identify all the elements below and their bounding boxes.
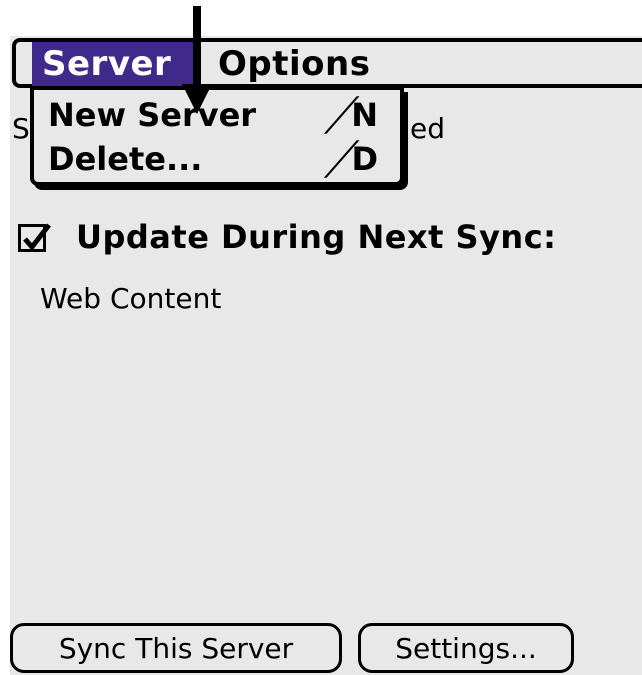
menu-item-new-server[interactable]: New Server ╱N [48,94,388,136]
shortcut-delete: ╱D [325,140,378,178]
menu-server[interactable]: Server [32,42,194,86]
arrow-down-icon [182,6,212,114]
partial-label-left: S [12,112,30,145]
sync-this-server-button[interactable]: Sync This Server [10,623,342,673]
menu-item-label: New Server [48,96,257,134]
checkmark-icon [23,223,51,251]
menu-item-delete[interactable]: Delete... ╱D [48,138,388,180]
menu-options[interactable]: Options [208,42,380,86]
update-checkbox[interactable] [18,223,51,252]
server-dropdown-menu: New Server ╱N Delete... ╱D [30,88,404,186]
shortcut-new-server: ╱N [325,96,378,134]
partial-label-right: ed [410,112,445,145]
settings-button[interactable]: Settings... [358,623,574,673]
menu-item-label: Delete... [48,140,203,178]
list-item-web-content[interactable]: Web Content [40,282,221,315]
update-during-sync-label: Update During Next Sync: [76,218,557,256]
